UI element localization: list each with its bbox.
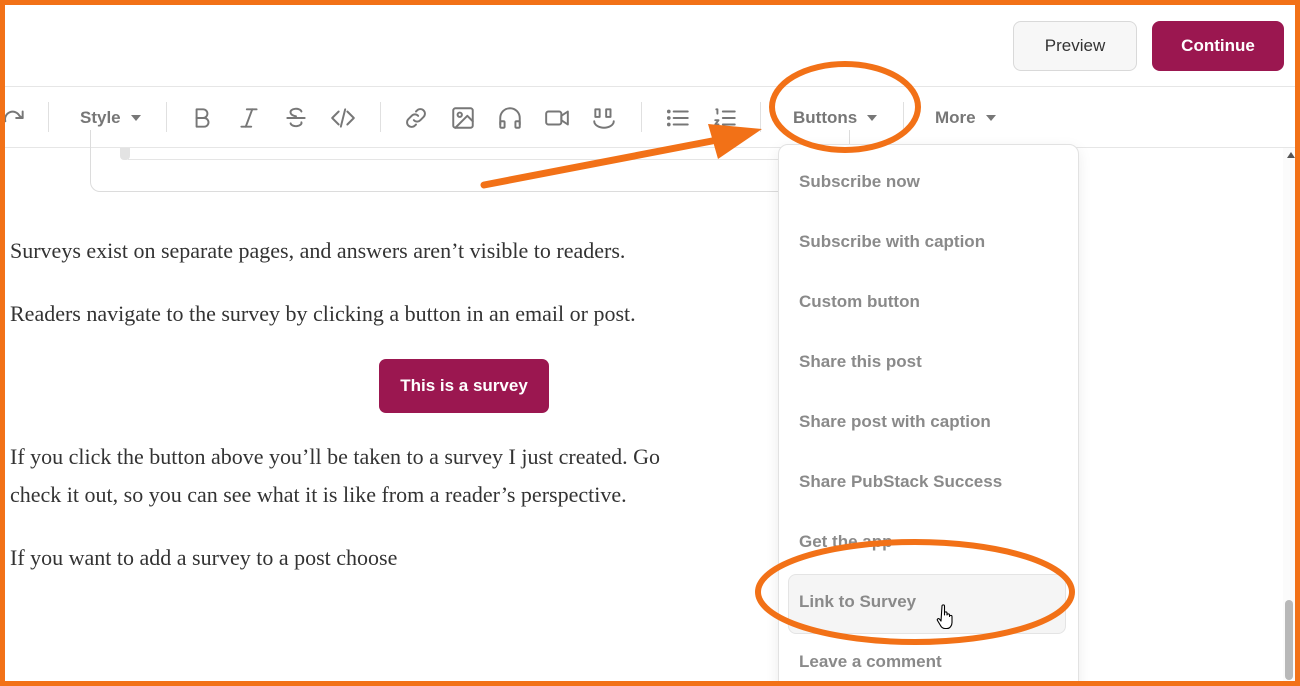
paragraph[interactable]: Surveys exist on separate pages, and ans… <box>10 232 625 270</box>
buttons-dropdown-label: Buttons <box>793 108 858 127</box>
italic-icon[interactable] <box>235 104 263 132</box>
menu-item-custom-button[interactable]: Custom button <box>799 292 920 312</box>
bullet-list-icon[interactable] <box>664 104 692 132</box>
menu-item-subscribe-now[interactable]: Subscribe now <box>799 172 920 192</box>
chevron-down-icon <box>985 115 996 121</box>
menu-item-get-the-app[interactable]: Get the app <box>799 532 893 552</box>
paragraph[interactable]: If you want to add a survey to a post ch… <box>10 539 397 577</box>
top-bar: Preview Continue <box>0 0 1300 87</box>
image-icon[interactable] <box>449 104 477 132</box>
preview-button[interactable]: Preview <box>1013 21 1137 71</box>
embedded-block[interactable] <box>90 130 850 192</box>
toolbar-divider <box>380 102 381 132</box>
strikethrough-icon[interactable] <box>282 104 310 132</box>
audio-icon[interactable] <box>496 104 524 132</box>
menu-item-share-post-with-caption[interactable]: Share post with caption <box>799 412 991 432</box>
toolbar-divider <box>760 102 761 132</box>
chevron-down-icon <box>867 115 878 121</box>
style-dropdown[interactable]: Style <box>80 106 141 130</box>
menu-item-link-to-survey[interactable]: Link to Survey <box>799 592 916 612</box>
continue-button[interactable]: Continue <box>1152 21 1284 71</box>
chevron-down-icon <box>130 115 141 121</box>
scroll-up-icon[interactable] <box>1287 152 1295 158</box>
quote-icon[interactable] <box>590 104 618 132</box>
video-icon[interactable] <box>543 104 571 132</box>
more-dropdown[interactable]: More <box>935 106 996 130</box>
menu-item-subscribe-with-caption[interactable]: Subscribe with caption <box>799 232 985 252</box>
buttons-dropdown[interactable]: Buttons <box>793 106 878 130</box>
code-icon[interactable] <box>329 104 357 132</box>
bold-icon[interactable] <box>188 104 216 132</box>
toolbar-divider <box>166 102 167 132</box>
more-dropdown-label: More <box>935 108 976 127</box>
menu-item-share-this-post[interactable]: Share this post <box>799 352 922 372</box>
paragraph[interactable]: If you click the button above you’ll be … <box>10 438 660 476</box>
paragraph[interactable]: Readers navigate to the survey by clicki… <box>10 295 636 333</box>
redo-icon[interactable] <box>0 104 28 132</box>
embedded-block-handle <box>120 148 130 160</box>
scrollbar-thumb[interactable] <box>1285 600 1293 680</box>
toolbar-divider <box>903 102 904 132</box>
hand-cursor-icon <box>936 604 953 630</box>
embedded-block-inner <box>128 148 778 160</box>
survey-button[interactable]: This is a survey <box>379 359 549 413</box>
menu-item-share-pubstack-success[interactable]: Share PubStack Success <box>799 472 1002 492</box>
toolbar-divider <box>641 102 642 132</box>
link-icon[interactable] <box>402 104 430 132</box>
numbered-list-icon[interactable] <box>711 104 739 132</box>
paragraph[interactable]: check it out, so you can see what it is … <box>10 476 627 514</box>
menu-item-leave-a-comment[interactable]: Leave a comment <box>799 652 942 672</box>
toolbar-divider <box>48 102 49 132</box>
style-dropdown-label: Style <box>80 108 121 127</box>
